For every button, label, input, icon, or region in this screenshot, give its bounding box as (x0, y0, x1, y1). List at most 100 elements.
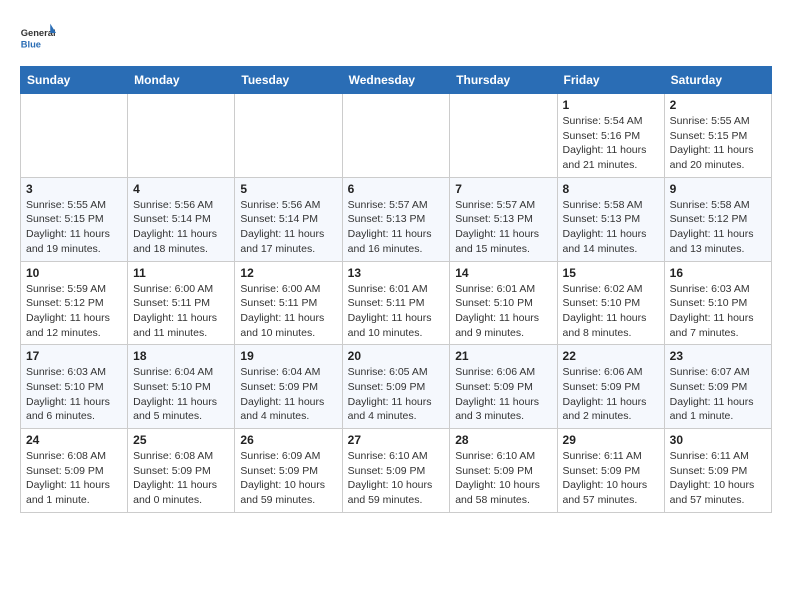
calendar-cell: 28 Sunrise: 6:10 AM Sunset: 5:09 PM Dayli… (450, 429, 557, 513)
day-info: Sunrise: 5:54 AM Sunset: 5:16 PM Dayligh… (563, 114, 659, 173)
calendar-week-row: 24 Sunrise: 6:08 AM Sunset: 5:09 PM Dayli… (21, 429, 772, 513)
calendar-cell: 4Sunrise: 5:56 AM Sunset: 5:14 PM Daylig… (128, 177, 235, 261)
calendar-cell (235, 94, 342, 178)
day-info: Sunrise: 5:55 AM Sunset: 5:15 PM Dayligh… (26, 198, 122, 257)
weekday-header: Wednesday (342, 67, 450, 94)
day-number: 6 (348, 182, 445, 196)
day-number: 30 (670, 433, 766, 447)
calendar-cell: 2 Sunrise: 5:55 AM Sunset: 5:15 PM Daylig… (664, 94, 771, 178)
day-number: 20 (348, 349, 445, 363)
day-info: Sunrise: 6:11 AM Sunset: 5:09 PM Dayligh… (563, 449, 659, 508)
weekday-header: Monday (128, 67, 235, 94)
day-number: 15 (563, 266, 659, 280)
weekday-header: Saturday (664, 67, 771, 94)
day-info: Sunrise: 5:55 AM Sunset: 5:15 PM Dayligh… (670, 114, 766, 173)
weekday-header-row: SundayMondayTuesdayWednesdayThursdayFrid… (21, 67, 772, 94)
day-info: Sunrise: 6:10 AM Sunset: 5:09 PM Dayligh… (348, 449, 445, 508)
day-info: Sunrise: 6:10 AM Sunset: 5:09 PM Dayligh… (455, 449, 551, 508)
day-info: Sunrise: 6:01 AM Sunset: 5:10 PM Dayligh… (455, 282, 551, 341)
day-number: 22 (563, 349, 659, 363)
calendar-cell: 23 Sunrise: 6:07 AM Sunset: 5:09 PM Dayli… (664, 345, 771, 429)
day-info: Sunrise: 5:56 AM Sunset: 5:14 PM Dayligh… (133, 198, 229, 257)
day-info: Sunrise: 6:07 AM Sunset: 5:09 PM Dayligh… (670, 365, 766, 424)
calendar-cell: 21Sunrise: 6:06 AM Sunset: 5:09 PM Dayli… (450, 345, 557, 429)
day-number: 21 (455, 349, 551, 363)
day-number: 9 (670, 182, 766, 196)
calendar-cell (342, 94, 450, 178)
day-info: Sunrise: 5:57 AM Sunset: 5:13 PM Dayligh… (348, 198, 445, 257)
weekday-header: Tuesday (235, 67, 342, 94)
calendar-cell: 30 Sunrise: 6:11 AM Sunset: 5:09 PM Dayli… (664, 429, 771, 513)
calendar-cell: 22 Sunrise: 6:06 AM Sunset: 5:09 PM Dayli… (557, 345, 664, 429)
calendar-cell (21, 94, 128, 178)
day-info: Sunrise: 6:08 AM Sunset: 5:09 PM Dayligh… (26, 449, 122, 508)
logo-icon: General Blue (20, 20, 56, 56)
day-number: 23 (670, 349, 766, 363)
day-number: 11 (133, 266, 229, 280)
calendar-week-row: 1 Sunrise: 5:54 AM Sunset: 5:16 PM Daylig… (21, 94, 772, 178)
calendar-cell: 12Sunrise: 6:00 AM Sunset: 5:11 PM Dayli… (235, 261, 342, 345)
calendar-cell: 29 Sunrise: 6:11 AM Sunset: 5:09 PM Dayli… (557, 429, 664, 513)
calendar-table: SundayMondayTuesdayWednesdayThursdayFrid… (20, 66, 772, 513)
logo: General Blue (20, 20, 62, 56)
day-info: Sunrise: 5:59 AM Sunset: 5:12 PM Dayligh… (26, 282, 122, 341)
calendar-week-row: 17Sunrise: 6:03 AM Sunset: 5:10 PM Dayli… (21, 345, 772, 429)
day-info: Sunrise: 6:09 AM Sunset: 5:09 PM Dayligh… (240, 449, 336, 508)
calendar-cell: 6 Sunrise: 5:57 AM Sunset: 5:13 PM Daylig… (342, 177, 450, 261)
day-number: 19 (240, 349, 336, 363)
svg-text:Blue: Blue (21, 39, 41, 49)
day-info: Sunrise: 5:57 AM Sunset: 5:13 PM Dayligh… (455, 198, 551, 257)
calendar-cell: 11 Sunrise: 6:00 AM Sunset: 5:11 PM Dayli… (128, 261, 235, 345)
calendar-cell: 1 Sunrise: 5:54 AM Sunset: 5:16 PM Daylig… (557, 94, 664, 178)
day-number: 14 (455, 266, 551, 280)
calendar-week-row: 10 Sunrise: 5:59 AM Sunset: 5:12 PM Dayli… (21, 261, 772, 345)
day-info: Sunrise: 6:00 AM Sunset: 5:11 PM Dayligh… (133, 282, 229, 341)
day-info: Sunrise: 6:03 AM Sunset: 5:10 PM Dayligh… (670, 282, 766, 341)
calendar-cell: 13 Sunrise: 6:01 AM Sunset: 5:11 PM Dayli… (342, 261, 450, 345)
day-info: Sunrise: 5:58 AM Sunset: 5:12 PM Dayligh… (670, 198, 766, 257)
day-number: 13 (348, 266, 445, 280)
day-info: Sunrise: 6:05 AM Sunset: 5:09 PM Dayligh… (348, 365, 445, 424)
day-info: Sunrise: 6:02 AM Sunset: 5:10 PM Dayligh… (563, 282, 659, 341)
calendar-cell: 20 Sunrise: 6:05 AM Sunset: 5:09 PM Dayli… (342, 345, 450, 429)
calendar-cell: 8 Sunrise: 5:58 AM Sunset: 5:13 PM Daylig… (557, 177, 664, 261)
calendar-cell: 17Sunrise: 6:03 AM Sunset: 5:10 PM Dayli… (21, 345, 128, 429)
day-number: 5 (240, 182, 336, 196)
day-info: Sunrise: 6:08 AM Sunset: 5:09 PM Dayligh… (133, 449, 229, 508)
calendar-cell: 7 Sunrise: 5:57 AM Sunset: 5:13 PM Daylig… (450, 177, 557, 261)
weekday-header: Friday (557, 67, 664, 94)
day-number: 8 (563, 182, 659, 196)
day-info: Sunrise: 6:00 AM Sunset: 5:11 PM Dayligh… (240, 282, 336, 341)
calendar-cell: 9 Sunrise: 5:58 AM Sunset: 5:12 PM Daylig… (664, 177, 771, 261)
day-number: 10 (26, 266, 122, 280)
calendar-cell: 18Sunrise: 6:04 AM Sunset: 5:10 PM Dayli… (128, 345, 235, 429)
weekday-header: Thursday (450, 67, 557, 94)
calendar-cell: 3 Sunrise: 5:55 AM Sunset: 5:15 PM Daylig… (21, 177, 128, 261)
calendar-cell: 19 Sunrise: 6:04 AM Sunset: 5:09 PM Dayli… (235, 345, 342, 429)
day-number: 24 (26, 433, 122, 447)
day-info: Sunrise: 6:04 AM Sunset: 5:09 PM Dayligh… (240, 365, 336, 424)
calendar-cell: 25 Sunrise: 6:08 AM Sunset: 5:09 PM Dayli… (128, 429, 235, 513)
calendar-cell (128, 94, 235, 178)
day-number: 28 (455, 433, 551, 447)
calendar-cell (450, 94, 557, 178)
weekday-header: Sunday (21, 67, 128, 94)
calendar-cell: 5Sunrise: 5:56 AM Sunset: 5:14 PM Daylig… (235, 177, 342, 261)
day-number: 25 (133, 433, 229, 447)
day-info: Sunrise: 6:06 AM Sunset: 5:09 PM Dayligh… (563, 365, 659, 424)
calendar-cell: 14 Sunrise: 6:01 AM Sunset: 5:10 PM Dayli… (450, 261, 557, 345)
day-info: Sunrise: 6:01 AM Sunset: 5:11 PM Dayligh… (348, 282, 445, 341)
calendar-week-row: 3 Sunrise: 5:55 AM Sunset: 5:15 PM Daylig… (21, 177, 772, 261)
calendar-cell: 26 Sunrise: 6:09 AM Sunset: 5:09 PM Dayli… (235, 429, 342, 513)
day-info: Sunrise: 5:58 AM Sunset: 5:13 PM Dayligh… (563, 198, 659, 257)
day-number: 29 (563, 433, 659, 447)
day-number: 3 (26, 182, 122, 196)
day-number: 16 (670, 266, 766, 280)
day-number: 7 (455, 182, 551, 196)
calendar-cell: 27Sunrise: 6:10 AM Sunset: 5:09 PM Dayli… (342, 429, 450, 513)
day-number: 1 (563, 98, 659, 112)
day-number: 17 (26, 349, 122, 363)
day-info: Sunrise: 6:11 AM Sunset: 5:09 PM Dayligh… (670, 449, 766, 508)
day-number: 26 (240, 433, 336, 447)
day-number: 2 (670, 98, 766, 112)
